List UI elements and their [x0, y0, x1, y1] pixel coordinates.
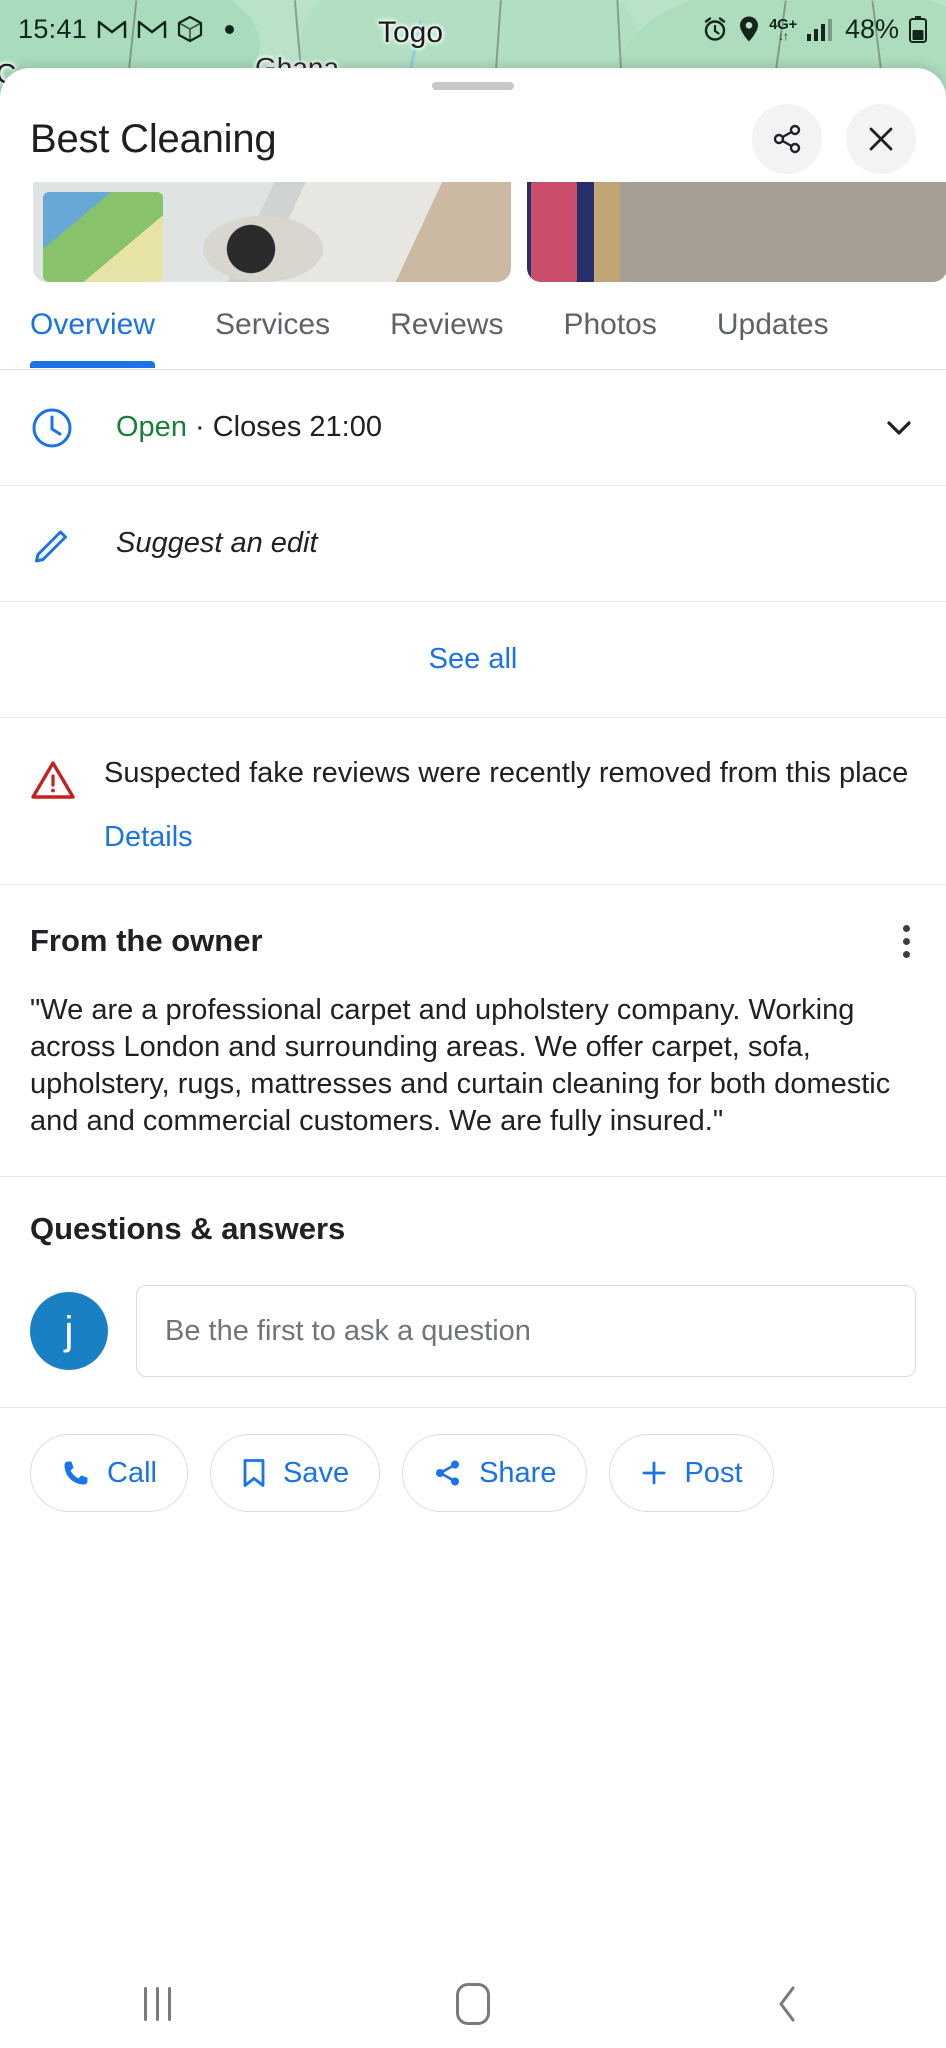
tab-label: Services	[215, 308, 331, 341]
mobile-data-4g-plus-icon: 4G+ ↓↑	[769, 15, 797, 43]
status-bar-left: 15:41	[18, 13, 235, 45]
back-icon	[775, 1984, 801, 2024]
alarm-icon	[701, 15, 729, 43]
tab-overview[interactable]: Overview	[30, 282, 156, 368]
call-button[interactable]: Call	[30, 1434, 188, 1512]
tab-updates[interactable]: Updates	[717, 282, 829, 342]
fake-reviews-warning: Suspected fake reviews were recently rem…	[0, 718, 946, 885]
tab-label: Updates	[716, 308, 829, 341]
open-status: Open	[116, 411, 187, 443]
recents-icon	[144, 1987, 172, 2021]
owner-section-header: From the owner	[30, 919, 916, 964]
tab-reviews[interactable]: Reviews	[390, 282, 503, 342]
action-button-bar: Call Save Share Post	[0, 1408, 946, 1536]
back-button[interactable]	[728, 1974, 848, 2034]
share-button[interactable]	[752, 104, 822, 174]
gmail-icon	[137, 17, 167, 41]
hours-icon-col	[30, 406, 116, 450]
warning-body: Suspected fake reviews were recently rem…	[104, 754, 916, 854]
status-bar: 15:41 4G+ ↓↑ 48%	[0, 0, 946, 58]
close-icon	[865, 123, 897, 155]
phone-icon	[61, 1458, 91, 1488]
avatar[interactable]: j	[30, 1292, 108, 1370]
suggest-edit-icon-col	[30, 522, 116, 566]
see-all-link[interactable]: See all	[429, 643, 518, 676]
hours-row[interactable]: Open · Closes 21:00	[0, 370, 946, 486]
hours-text: Open · Closes 21:00	[116, 411, 382, 444]
warning-triangle-icon	[30, 758, 76, 802]
location-pin-icon	[738, 15, 760, 43]
overflow-menu-icon[interactable]	[897, 919, 916, 964]
post-label: Post	[684, 1456, 743, 1489]
tab-services[interactable]: Services	[215, 282, 330, 342]
tab-label: Photos	[563, 308, 657, 341]
owner-section-title: From the owner	[30, 923, 263, 959]
tab-photos[interactable]: Photos	[563, 282, 656, 342]
bookmark-icon	[241, 1458, 267, 1488]
warning-text: Suspected fake reviews were recently rem…	[104, 757, 909, 789]
plus-icon	[640, 1459, 668, 1487]
call-label: Call	[107, 1456, 157, 1489]
home-button[interactable]	[413, 1974, 533, 2034]
recents-button[interactable]	[98, 1974, 218, 2034]
share-icon	[433, 1458, 463, 1488]
clock-icon	[30, 406, 74, 450]
questions-answers-section: Questions & answers j Be the first to as…	[0, 1177, 946, 1408]
owner-description: "We are a professional carpet and uphols…	[30, 993, 891, 1137]
signal-bars-icon	[806, 16, 836, 42]
place-details-sheet: Best Cleaning Overview Services Reviews …	[0, 68, 946, 2048]
closing-time: · Closes 21:00	[186, 411, 382, 443]
save-label: Save	[282, 1456, 350, 1489]
page-title: Best Cleaning	[30, 116, 277, 161]
share-icon	[770, 122, 804, 156]
tab-label: Overview	[30, 308, 156, 341]
share-button-bottom[interactable]: Share	[402, 1434, 588, 1512]
save-button[interactable]: Save	[209, 1434, 381, 1512]
pencil-icon	[30, 522, 74, 566]
share-label: Share	[479, 1456, 557, 1489]
warning-details-link[interactable]: Details	[104, 821, 193, 854]
header-actions	[752, 104, 916, 174]
business-photo[interactable]	[527, 182, 946, 282]
suggest-edit-label: Suggest an edit	[116, 527, 318, 559]
from-the-owner-section: From the owner "We are a professional ca…	[0, 885, 946, 1177]
business-photo[interactable]	[33, 182, 511, 282]
system-navigation-bar	[0, 1960, 946, 2048]
ask-question-input[interactable]: Be the first to ask a question	[136, 1285, 916, 1377]
status-bar-right: 4G+ ↓↑ 48%	[701, 14, 928, 45]
see-all-row[interactable]: See all	[0, 602, 946, 718]
warning-icon-col	[30, 754, 104, 854]
gmail-icon	[97, 17, 127, 41]
home-icon	[455, 1983, 490, 2025]
phone-screen: C Togo Ghana 15:41	[0, 0, 946, 2048]
package-box-icon	[177, 15, 203, 43]
qa-ask-row: j Be the first to ask a question	[30, 1285, 916, 1377]
battery-percent-label: 48%	[844, 13, 899, 44]
post-button[interactable]: Post	[609, 1434, 774, 1512]
sheet-drag-handle[interactable]	[432, 82, 514, 90]
qa-section-title: Questions & answers	[30, 1211, 346, 1246]
suggest-edit-row[interactable]: Suggest an edit	[0, 486, 946, 602]
tab-bar: Overview Services Reviews Photos Updates	[0, 282, 946, 370]
close-button[interactable]	[846, 104, 916, 174]
chevron-down-icon[interactable]	[882, 411, 916, 445]
photo-carousel[interactable]	[0, 182, 946, 282]
notification-dot-icon	[225, 24, 235, 34]
tab-label: Reviews	[390, 308, 504, 341]
status-bar-clock: 15:41	[18, 13, 88, 44]
battery-icon	[908, 15, 928, 43]
sheet-header: Best Cleaning	[0, 96, 946, 182]
